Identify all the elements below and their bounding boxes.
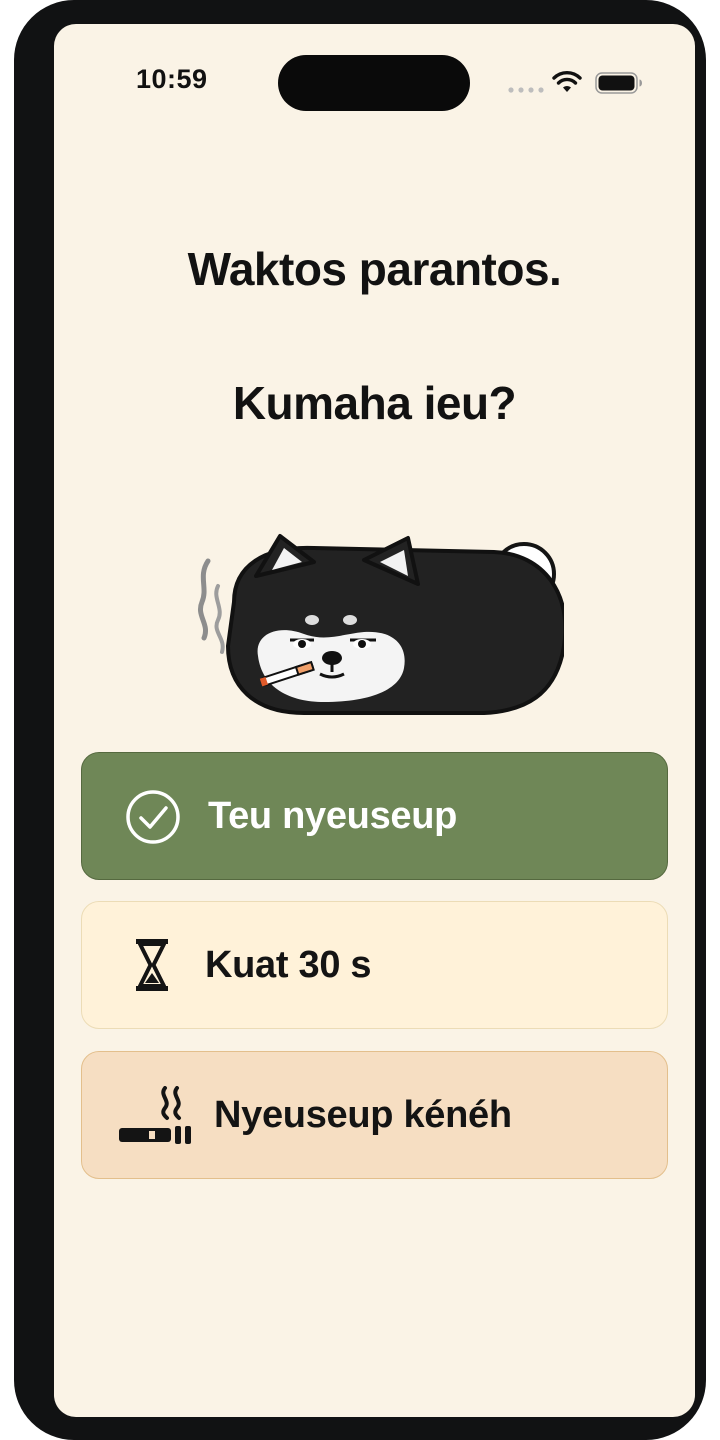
prompt-question: Kumaha ieu? bbox=[232, 377, 517, 429]
hourglass-icon bbox=[136, 939, 168, 991]
battery-icon bbox=[595, 72, 642, 94]
wifi-icon bbox=[552, 71, 582, 92]
smoking-dog-mascot bbox=[198, 534, 564, 715]
dynamic-island bbox=[278, 55, 470, 111]
option-quit-label: Teu nyeuseup bbox=[208, 794, 458, 837]
prompt-title: Waktos parantos. bbox=[187, 243, 562, 295]
app-screen: 10:59 Waktos parantos. Kumaha ieu? Teu n… bbox=[54, 24, 695, 1417]
option-smoke-button[interactable]: Nyeuseup kénéh bbox=[81, 1051, 668, 1179]
option-wait-label: Kuat 30 s bbox=[205, 943, 372, 986]
option-smoke-label: Nyeuseup kénéh bbox=[214, 1093, 512, 1136]
option-wait-button[interactable]: Kuat 30 s bbox=[81, 901, 668, 1029]
phone-frame: 10:59 Waktos parantos. Kumaha ieu? Teu n… bbox=[14, 0, 706, 1440]
check-circle-icon bbox=[126, 790, 180, 844]
smoking-cigarette-icon bbox=[119, 1086, 191, 1144]
option-quit-button[interactable]: Teu nyeuseup bbox=[81, 752, 668, 880]
status-time: 10:59 bbox=[136, 64, 208, 94]
cellular-signal-icon bbox=[508, 87, 544, 93]
